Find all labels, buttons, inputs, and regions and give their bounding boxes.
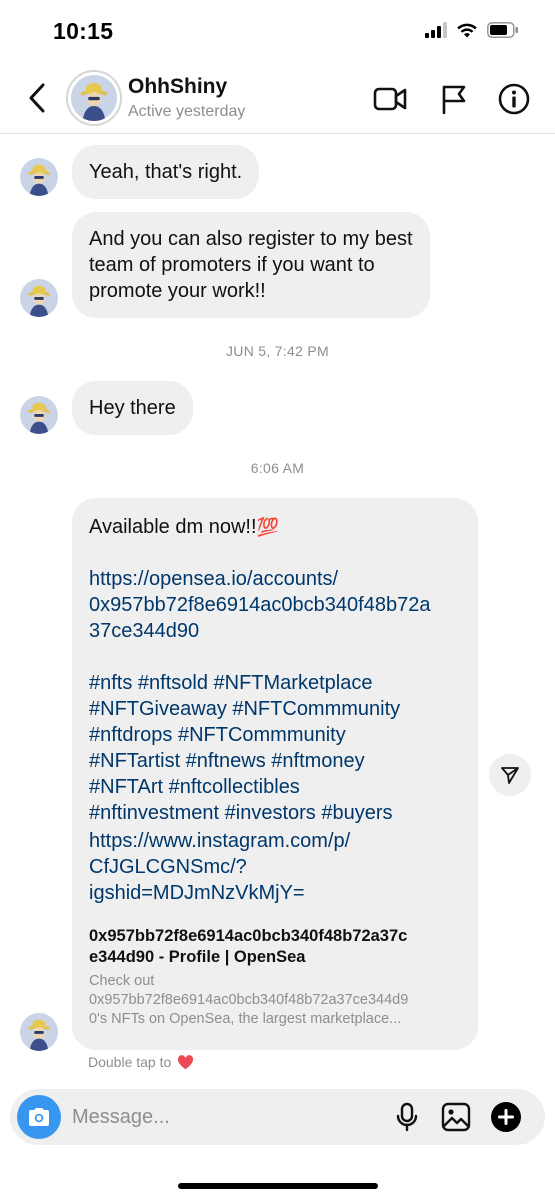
- contact-name[interactable]: OhhShiny: [128, 75, 227, 99]
- sender-avatar[interactable]: [20, 158, 58, 196]
- more-options-button[interactable]: [489, 1100, 523, 1134]
- contact-status: Active yesterday: [128, 103, 246, 120]
- message-input[interactable]: [72, 1089, 372, 1145]
- message-text-main: Available dm now!!: [89, 516, 257, 538]
- instagram-link[interactable]: igshid=MDJmNzVkMjY=: [89, 880, 461, 906]
- message-text: Available dm now!!💯: [89, 514, 461, 540]
- sender-avatar[interactable]: [20, 1013, 58, 1051]
- link-preview-desc-line: Check out: [89, 973, 155, 989]
- home-indicator[interactable]: [178, 1183, 378, 1189]
- message-text: And you can also register to my best: [89, 228, 413, 250]
- timestamp: 6:06 AM: [250, 460, 305, 476]
- message-text: team of promoters if you want to: [89, 254, 375, 276]
- send-icon: [501, 767, 519, 784]
- status-time: 10:15: [53, 18, 114, 44]
- hashtag-line[interactable]: #nftinvestment #investors #buyers: [89, 800, 461, 826]
- double-tap-hint: Double tap to: [88, 1054, 194, 1070]
- status-bar: 10:15: [0, 0, 555, 62]
- opensea-link[interactable]: https://opensea.io/accounts/: [89, 566, 461, 592]
- chat-header: OhhShiny Active yesterday: [0, 62, 555, 134]
- instagram-link[interactable]: https://www.instagram.com/p/: [89, 828, 461, 854]
- link-preview-title[interactable]: 0x957bb72f8e6914ac0bcb340f48b72a37c e344…: [89, 926, 461, 968]
- share-button[interactable]: [489, 754, 531, 796]
- link-preview-desc-line: 0's NFTs on OpenSea, the largest marketp…: [89, 1011, 402, 1027]
- instagram-link[interactable]: CfJGLCGNSmc/?: [89, 854, 461, 880]
- double-tap-text: Double tap to: [88, 1054, 172, 1070]
- sender-avatar[interactable]: [20, 279, 58, 317]
- timestamp: JUN 5, 7:42 PM: [225, 343, 329, 359]
- hashtag-line[interactable]: #NFTArt #nftcollectibles: [89, 774, 461, 800]
- chevron-left-icon: [29, 83, 45, 113]
- report-button[interactable]: [435, 80, 473, 118]
- link-preview-description: Check out 0x957bb72f8e6914ac0bcb340f48b7…: [89, 972, 461, 1029]
- info-icon: [498, 83, 530, 115]
- message-text: Yeah, that's right.: [89, 161, 243, 183]
- sender-avatar[interactable]: [20, 396, 58, 434]
- flag-icon: [442, 85, 466, 114]
- image-icon: [441, 1102, 471, 1132]
- hashtag-line[interactable]: #NFTGiveaway #NFTCommmunity: [89, 696, 461, 722]
- hashtag-line[interactable]: #nfts #nftsold #NFTMarketplace: [89, 670, 461, 696]
- camera-button[interactable]: [17, 1095, 61, 1139]
- message-bubble[interactable]: Yeah, that's right.: [72, 145, 260, 199]
- camera-icon: [29, 1108, 49, 1126]
- message-text: promote your work!!: [89, 280, 266, 302]
- message-composer: [10, 1089, 545, 1145]
- video-call-button[interactable]: [371, 80, 409, 118]
- message-bubble[interactable]: Hey there: [72, 381, 193, 435]
- gallery-button[interactable]: [439, 1100, 473, 1134]
- hashtag-line[interactable]: #NFTartist #nftnews #nftmoney: [89, 748, 461, 774]
- header-avatar[interactable]: [66, 70, 122, 126]
- signal-icon: [425, 22, 447, 43]
- opensea-link[interactable]: 37ce344d90: [89, 618, 461, 644]
- heart-icon: [178, 1054, 194, 1069]
- link-preview-title-line: 0x957bb72f8e6914ac0bcb340f48b72a37c: [89, 927, 408, 945]
- info-button[interactable]: [495, 80, 533, 118]
- status-icons: [425, 22, 519, 43]
- link-preview-desc-line: 0x957bb72f8e6914ac0bcb340f48b72a37ce344d…: [89, 992, 409, 1008]
- hashtag-line[interactable]: #nftdrops #NFTCommmunity: [89, 722, 461, 748]
- message-bubble[interactable]: And you can also register to my best tea…: [72, 212, 430, 318]
- video-icon: [373, 87, 407, 111]
- voice-message-button[interactable]: [390, 1100, 424, 1134]
- wifi-icon: [456, 22, 478, 43]
- shared-link-message[interactable]: Available dm now!!💯 https://opensea.io/a…: [72, 498, 478, 1050]
- back-button[interactable]: [20, 78, 54, 118]
- hundred-points-icon: 💯: [256, 517, 279, 537]
- battery-icon: [487, 22, 519, 43]
- message-text: Hey there: [89, 397, 176, 419]
- microphone-icon: [396, 1102, 418, 1132]
- opensea-link[interactable]: 0x957bb72f8e6914ac0bcb340f48b72a: [89, 592, 461, 618]
- link-preview-title-line: e344d90 - Profile | OpenSea: [89, 948, 306, 966]
- plus-icon: [491, 1102, 521, 1132]
